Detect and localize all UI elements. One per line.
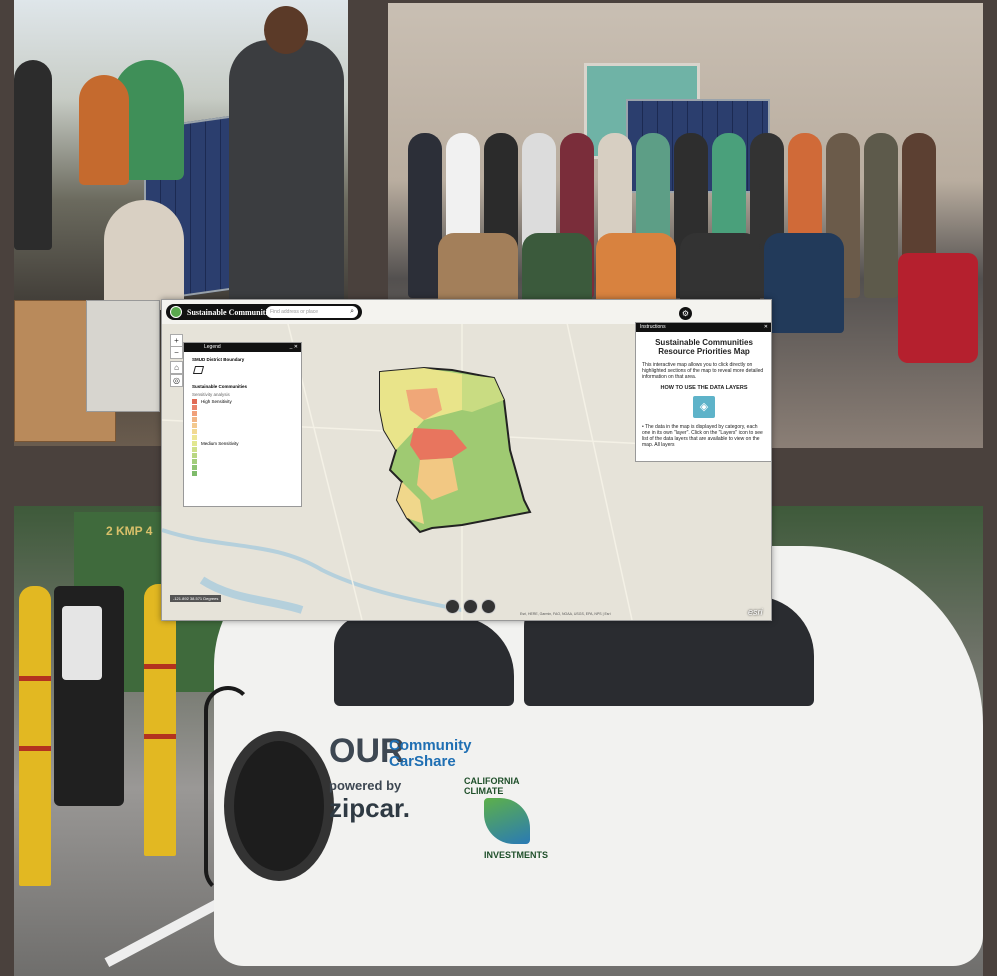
boundary-symbol-icon xyxy=(192,366,205,374)
list-icon[interactable] xyxy=(445,599,460,614)
person-left-edge xyxy=(14,60,52,250)
locate-icon[interactable]: ◎ xyxy=(170,374,183,387)
instructions-bullet: • The data in the map is displayed by ca… xyxy=(642,424,763,448)
zipcar-text: zipcar. xyxy=(329,793,410,823)
legend-swatch xyxy=(192,470,301,476)
legend-swatch-label: Medium Sensitivity xyxy=(201,440,239,446)
legend-swatches: High Sensitivity Medium Sensitivity xyxy=(184,398,301,476)
instructions-subheading: HOW TO USE THE DATA LAYERS xyxy=(660,385,748,391)
person-kneeling xyxy=(104,200,184,310)
charging-cable xyxy=(204,686,252,894)
person-orange-jacket xyxy=(79,75,129,185)
charger-sign-label: 2 KMP 4 xyxy=(106,524,153,538)
esri-logo: esri xyxy=(748,607,763,617)
app-title: Sustainable Communities xyxy=(187,307,275,317)
app-logo-icon xyxy=(170,306,182,318)
charger-screen xyxy=(62,606,102,680)
red-chair xyxy=(898,253,978,363)
instructions-close-icon[interactable]: ✕ xyxy=(764,323,768,332)
basemap-gallery-icon[interactable] xyxy=(481,599,496,614)
instructions-header: Instructions ✕ xyxy=(636,323,771,332)
logo-carshare-text: CarShare xyxy=(389,753,456,770)
map-application: Sustainable Communities Find address or … xyxy=(161,299,772,621)
legend-panel: Legend _ ✕ SMUD District Boundary Sustai… xyxy=(183,342,302,507)
bollard-left xyxy=(19,586,51,886)
ev-charger xyxy=(54,586,124,806)
california-climate-investments-logo: CALIFORNIA CLIMATE INVESTMENTS xyxy=(464,776,549,860)
battery-unit xyxy=(86,300,160,412)
instructions-intro: This interactive map allows you to click… xyxy=(642,362,764,380)
layers-button-icon[interactable] xyxy=(463,599,478,614)
legend-boundary-label: SMUD District Boundary xyxy=(192,357,245,362)
search-icon[interactable]: ⌕ xyxy=(350,308,354,316)
legend-subtitle: Sensitivity analysis xyxy=(192,392,230,397)
coordinate-readout: -121.892 38.571 Degrees xyxy=(170,595,222,602)
bollard-right xyxy=(144,584,176,856)
zoom-out-button[interactable]: − xyxy=(170,346,183,359)
settings-gear-icon[interactable]: ⚙ xyxy=(679,307,692,320)
car-window-front xyxy=(334,616,514,706)
logo-powered-by-text: powered by xyxy=(329,778,402,793)
person-head xyxy=(264,6,308,54)
layers-icon[interactable]: ◈ xyxy=(693,396,715,418)
legend-layer-title: Sustainable Communities xyxy=(192,384,248,389)
map-header: Sustainable Communities Find address or … xyxy=(162,300,771,324)
climate-leaf-icon xyxy=(484,798,530,844)
map-toolbar xyxy=(445,599,496,614)
our-community-carshare-logo: OUR Community CarShare powered by zipcar… xyxy=(329,734,472,824)
instructions-panel: Instructions ✕ Sustainable Communities R… xyxy=(635,322,771,462)
legend-header: Legend _ ✕ xyxy=(184,343,301,352)
instructions-heading: Sustainable Communities Resource Priorit… xyxy=(655,338,753,356)
legend-close-icon[interactable]: _ ✕ xyxy=(290,343,298,352)
search-input[interactable]: Find address or place ⌕ xyxy=(266,306,358,318)
map-attribution: Esri, HERE, Garmin, FAO, NOAA, USGS, EPA… xyxy=(520,612,611,616)
home-icon[interactable]: ⌂ xyxy=(170,361,183,374)
logo-community-text: Community xyxy=(389,737,472,754)
legend-swatch-label: High Sensitivity xyxy=(201,398,232,404)
